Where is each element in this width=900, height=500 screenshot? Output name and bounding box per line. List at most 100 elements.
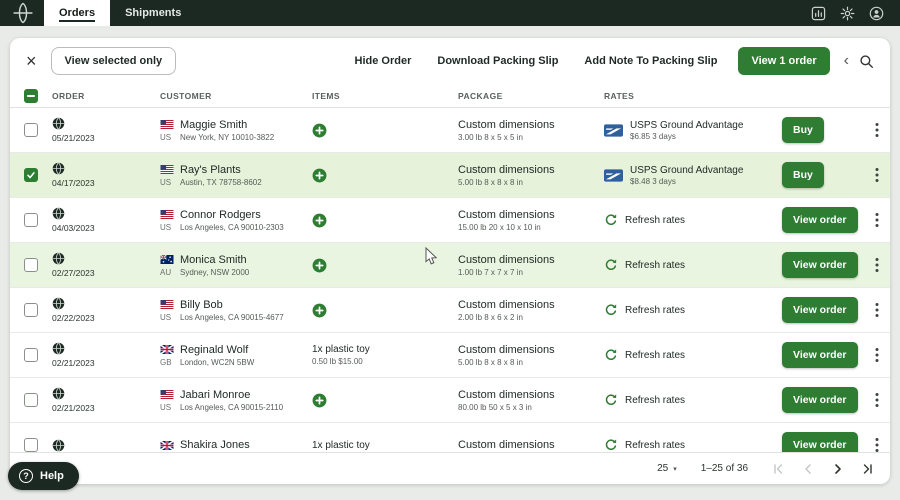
select-all-checkbox[interactable] [24, 88, 38, 103]
next-page-icon[interactable] [832, 463, 844, 475]
order-date: 04/17/2023 [52, 178, 95, 188]
header-items: ITEMS [312, 90, 340, 101]
row-checkbox[interactable] [24, 258, 38, 272]
tab-shipments[interactable]: Shipments [110, 0, 196, 26]
page-size-value: 25 [657, 463, 669, 474]
usps-logo [604, 124, 623, 137]
customer-address: Austin, TX 78758-8602 [180, 177, 262, 187]
refresh-icon[interactable] [604, 438, 618, 452]
us-flag-icon [160, 210, 174, 219]
close-icon[interactable]: × [26, 52, 37, 70]
chevron-left-icon[interactable]: ‹ [844, 52, 849, 70]
settings-gear-icon[interactable] [840, 6, 855, 21]
row-menu-icon[interactable] [875, 302, 879, 318]
row-menu-icon[interactable] [875, 347, 879, 363]
view-order-button[interactable]: View order [782, 342, 858, 368]
refresh-icon[interactable] [604, 348, 618, 362]
order-date: 04/03/2023 [52, 223, 95, 233]
order-globe-icon [52, 342, 65, 355]
download-packing-slip-button[interactable]: Download Packing Slip [437, 55, 558, 67]
rate-name[interactable]: Refresh rates [625, 260, 685, 271]
view-order-button[interactable]: View order [782, 387, 858, 413]
view-order-button[interactable]: View order [782, 297, 858, 323]
row-menu-icon[interactable] [875, 437, 879, 452]
rate-name[interactable]: Refresh rates [625, 305, 685, 316]
package-detail: 1.00 lb 7 x 7 x 7 in [458, 267, 523, 277]
us-flag-icon [160, 120, 174, 129]
package-detail: 80.00 lb 50 x 5 x 3 in [458, 402, 532, 412]
add-item-icon[interactable] [312, 258, 327, 273]
table-row: 02/21/2023 Jabari Monroe US Los Angeles,… [10, 378, 890, 423]
help-label: Help [40, 470, 64, 482]
header-rates: RATES [604, 90, 635, 101]
row-checkbox[interactable] [24, 348, 38, 362]
order-globe-icon [52, 117, 65, 130]
row-checkbox[interactable] [24, 123, 38, 137]
rate-name[interactable]: Refresh rates [625, 395, 685, 406]
package-detail: 2.00 lb 8 x 6 x 2 in [458, 312, 523, 322]
refresh-icon[interactable] [604, 393, 618, 407]
country-code: US [160, 312, 172, 322]
buy-button[interactable]: Buy [782, 117, 824, 143]
search-icon[interactable] [859, 54, 874, 69]
table-row: 02/22/2023 Billy Bob US Los Angeles, CA … [10, 288, 890, 333]
refresh-icon[interactable] [604, 303, 618, 317]
add-item-icon[interactable] [312, 303, 327, 318]
row-checkbox[interactable] [24, 213, 38, 227]
prev-page-icon[interactable] [802, 463, 814, 475]
customer-name: Maggie Smith [180, 118, 248, 131]
order-globe-icon [52, 387, 65, 400]
customer-name: Reginald Wolf [180, 343, 249, 356]
view-order-button[interactable]: View order [782, 432, 858, 452]
buy-button[interactable]: Buy [782, 162, 824, 188]
first-page-icon[interactable] [772, 463, 784, 475]
row-menu-icon[interactable] [875, 392, 879, 408]
row-menu-icon[interactable] [875, 212, 879, 228]
app-logo-icon [12, 2, 34, 24]
add-item-icon[interactable] [312, 213, 327, 228]
row-checkbox[interactable] [24, 303, 38, 317]
package-title: Custom dimensions [458, 208, 555, 221]
rate-name[interactable]: Refresh rates [625, 350, 685, 361]
row-menu-icon[interactable] [875, 122, 879, 138]
help-button[interactable]: ? Help [8, 462, 79, 490]
order-date: 05/21/2023 [52, 133, 95, 143]
top-navigation-bar: Orders Shipments [0, 0, 900, 26]
view-1-order-button[interactable]: View 1 order [738, 47, 830, 75]
tab-orders[interactable]: Orders [44, 0, 111, 26]
page-size-select[interactable]: 25 ▾ [657, 463, 677, 474]
topbar-actions [811, 0, 900, 26]
refresh-icon[interactable] [604, 258, 618, 272]
table-row: Shakira Jones 1x plastic toy Custom dime… [10, 423, 890, 452]
account-user-icon[interactable] [869, 6, 884, 21]
customer-address: New York, NY 10010-3822 [180, 132, 275, 142]
row-checkbox[interactable] [24, 168, 38, 182]
rate-detail: $8.48 3 days [630, 176, 676, 186]
customer-name: Ray's Plants [180, 163, 241, 176]
view-order-button[interactable]: View order [782, 252, 858, 278]
pagination-bar: 25 ▾ 1–25 of 36 [10, 452, 890, 484]
row-menu-icon[interactable] [875, 167, 879, 183]
usps-logo [604, 169, 623, 182]
au-flag-icon [160, 255, 174, 264]
rate-name[interactable]: Refresh rates [625, 215, 685, 226]
view-order-button[interactable]: View order [782, 207, 858, 233]
hide-order-button[interactable]: Hide Order [355, 55, 412, 67]
order-globe-icon [52, 439, 65, 452]
add-note-packing-slip-button[interactable]: Add Note To Packing Slip [584, 55, 717, 67]
last-page-icon[interactable] [862, 463, 874, 475]
view-selected-only-button[interactable]: View selected only [50, 47, 177, 75]
add-item-icon[interactable] [312, 168, 327, 183]
add-item-icon[interactable] [312, 123, 327, 138]
package-title: Custom dimensions [458, 163, 555, 176]
country-code: US [160, 177, 172, 187]
add-item-icon[interactable] [312, 393, 327, 408]
row-checkbox[interactable] [24, 393, 38, 407]
reports-icon[interactable] [811, 6, 826, 21]
rate-name[interactable]: Refresh rates [625, 440, 685, 451]
row-checkbox[interactable] [24, 438, 38, 452]
customer-name: Monica Smith [180, 253, 247, 266]
refresh-icon[interactable] [604, 213, 618, 227]
customer-address: London, WC2N 5BW [180, 357, 255, 367]
row-menu-icon[interactable] [875, 257, 879, 273]
